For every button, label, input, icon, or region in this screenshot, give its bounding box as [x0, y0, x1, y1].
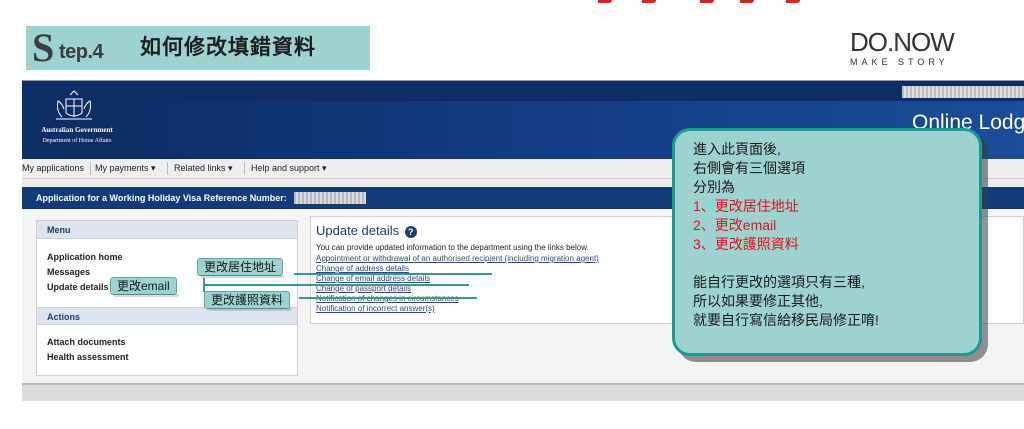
application-label: Application for a Working Holiday Visa R…: [36, 193, 287, 203]
nav-divider: [244, 162, 245, 175]
brand-name: DO.NOW: [850, 27, 955, 57]
actions-heading-text: Actions: [47, 312, 81, 322]
bubble-line: 就要自行寫信給移民局修正唷!: [693, 312, 879, 328]
step-title: 如何修改填錯資料: [140, 36, 316, 59]
update-details-title: Update details: [316, 223, 400, 238]
connector-line-email: [203, 284, 469, 286]
footer-strip: [22, 385, 1024, 401]
bubble-line: 分別為: [693, 179, 735, 195]
redacted-user-info: [902, 86, 1024, 98]
coat-of-arms-icon: [56, 90, 92, 120]
bubble-line: 能自行更改的選項只有三種,: [693, 274, 865, 290]
bubble-line-highlight: 1、更改居住地址: [693, 198, 799, 214]
link-change-email[interactable]: Change of email address details: [316, 274, 430, 284]
explanation-bubble: 進入此頁面後, 右側會有三個選項 分別為 1、更改居住地址 2、更改email …: [672, 128, 982, 356]
callout-change-email: 更改email: [110, 277, 179, 297]
update-details-description: You can provide updated information to t…: [316, 243, 589, 252]
link-authorised-recipient[interactable]: Appointment or withdrawal of an authoris…: [316, 254, 599, 264]
decorative-red-dashes: [590, 0, 810, 4]
bubble-line: 右側會有三個選項: [693, 160, 805, 176]
link-changes-circumstances[interactable]: Notification of changes in circumstances: [316, 294, 459, 304]
bubble-line: 進入此頁面後,: [693, 141, 781, 157]
bubble-line-highlight: 2、更改email: [693, 217, 777, 233]
callout-change-address: 更改居住地址: [197, 258, 286, 278]
brand-tagline: MAKE STORY: [850, 57, 949, 67]
redacted-reference-number: [294, 192, 366, 204]
step-number: tep.4: [59, 41, 104, 63]
step-letter: S: [32, 25, 55, 70]
callout-change-passport: 更改護照資料: [204, 291, 293, 311]
nav-related-links[interactable]: Related links ▾: [174, 162, 233, 174]
nav-my-payments[interactable]: My payments ▾: [95, 162, 156, 174]
action-health-assessment[interactable]: Health assessment: [47, 351, 129, 363]
menu-heading: Menu: [37, 221, 297, 239]
step-title-box: S tep.4 如何修改填錯資料: [26, 26, 370, 70]
connector-line-passport: [299, 297, 477, 299]
bubble-line-highlight: 3、更改護照資料: [693, 236, 799, 252]
nav-my-applications[interactable]: My applications: [22, 162, 84, 174]
dept-name: Department of Home Affairs: [42, 138, 112, 144]
link-incorrect-answers[interactable]: Notification of incorrect answer(s): [316, 304, 435, 314]
gov-name: Australian Government: [41, 126, 113, 134]
menu-item-application-home[interactable]: Application home: [47, 251, 123, 263]
update-details-heading: Update details ?: [316, 223, 417, 239]
page: S tep.4 如何修改填錯資料 DO.NOW MAKE STORY Austr: [0, 0, 1024, 429]
nav-help-support[interactable]: Help and support ▾: [251, 162, 327, 174]
bubble-line: 所以如果要修正其他,: [693, 293, 823, 309]
nav-divider: [90, 162, 91, 175]
connector-line-address: [294, 273, 492, 275]
menu-item-update-details[interactable]: Update details: [47, 281, 109, 293]
brand-logo: DO.NOW MAKE STORY: [850, 28, 960, 67]
nav-divider: [167, 162, 168, 175]
question-circle-icon[interactable]: ?: [404, 225, 417, 238]
action-attach-documents[interactable]: Attach documents: [47, 336, 126, 348]
menu-item-messages[interactable]: Messages: [47, 266, 90, 278]
menu-heading-text: Menu: [47, 225, 71, 235]
